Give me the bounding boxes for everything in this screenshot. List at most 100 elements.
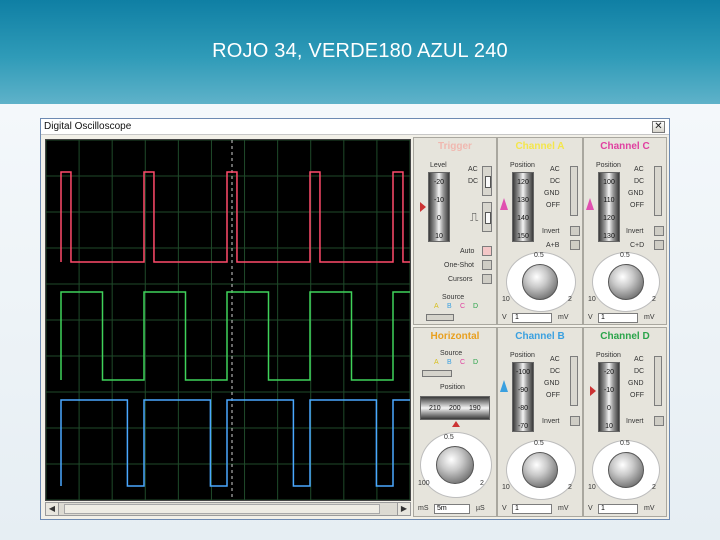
trigger-level-scale[interactable]: -20 -10 0 10 <box>428 172 450 242</box>
trigger-panel: Trigger Level -20 -10 0 10 AC DC ⎍ Auto … <box>413 137 497 325</box>
trigger-source-a[interactable]: A <box>434 303 439 310</box>
channel-d-volts-knob[interactable] <box>608 452 644 488</box>
window-title: Digital Oscilloscope <box>44 121 132 132</box>
edge-switch[interactable] <box>482 202 492 232</box>
one-shot-button[interactable] <box>482 260 492 270</box>
channel-b-position-label: Position <box>510 352 535 359</box>
channel-d-panel: Channel D Position -20 -10 0 10 AC DC GN… <box>583 327 667 517</box>
channel-c-sum-button[interactable] <box>654 240 664 250</box>
channel-a-off: OFF <box>546 202 560 209</box>
channel-c-position-label: Position <box>596 162 621 169</box>
channel-a-dial-tick: 0.5 <box>534 252 544 259</box>
horizontal-scrollbar[interactable]: ◀ ▶ <box>45 502 411 516</box>
scroll-right-icon[interactable]: ▶ <box>397 503 410 515</box>
channel-d-position-scale[interactable]: -20 -10 0 10 <box>598 362 620 432</box>
channel-d-title: Channel D <box>600 331 650 342</box>
scale-tick: 190 <box>469 405 481 412</box>
horizontal-position-scale[interactable]: 210 200 190 <box>420 396 490 420</box>
channel-a-position-scale[interactable]: 120 130 140 150 <box>512 172 534 242</box>
scale-tick: -20 <box>603 369 615 376</box>
channel-a-value-field[interactable]: 1 <box>512 313 552 323</box>
trigger-source-d[interactable]: D <box>473 303 478 310</box>
channel-a-ac: AC <box>550 166 560 173</box>
channel-b-dc: DC <box>550 368 561 375</box>
channel-b-dial-tick: 2 <box>568 484 572 491</box>
scale-tick: -20 <box>433 179 445 186</box>
trigger-ac: AC <box>468 166 478 173</box>
horizontal-title: Horizontal <box>430 331 480 342</box>
channel-a-coupling-slider[interactable] <box>570 166 578 216</box>
level-marker-icon <box>420 202 426 212</box>
channel-a-position-arrow-icon <box>500 198 508 210</box>
scale-tick: 200 <box>449 405 461 412</box>
channel-b-position-scale[interactable]: -100 -90 -80 -70 <box>512 362 534 432</box>
channel-a-dc: DC <box>550 178 561 185</box>
scale-tick: -10 <box>603 387 615 394</box>
channel-a-sum-button[interactable] <box>570 240 580 250</box>
trace-green <box>60 291 410 381</box>
scroll-left-icon[interactable]: ◀ <box>46 503 59 515</box>
trigger-oneshot-label: One-Shot <box>444 262 474 269</box>
channel-a-position-label: Position <box>510 162 535 169</box>
channel-b-volts-knob[interactable] <box>522 452 558 488</box>
horizontal-source-slider[interactable] <box>422 370 452 377</box>
horizontal-source-b[interactable]: B <box>447 359 452 366</box>
channel-c-panel: Channel C Position 100 110 120 130 AC DC… <box>583 137 667 325</box>
channel-b-dial-tick: 10 <box>502 484 510 491</box>
scale-tick: -10 <box>433 197 445 204</box>
channel-c-volts-knob[interactable] <box>608 264 644 300</box>
scale-tick: 140 <box>517 215 529 222</box>
channel-b-coupling-slider[interactable] <box>570 356 578 406</box>
horizontal-dial-tick: 100 <box>418 480 430 487</box>
scale-tick: 0 <box>607 405 611 412</box>
channel-a-invert-button[interactable] <box>570 226 580 236</box>
channel-d-invert-button[interactable] <box>654 416 664 426</box>
cursors-button[interactable] <box>482 274 492 284</box>
channel-b-unit-mv: mV <box>558 505 569 512</box>
channel-a-volts-knob[interactable] <box>522 264 558 300</box>
channel-b-invert-button[interactable] <box>570 416 580 426</box>
horizontal-source-a[interactable]: A <box>434 359 439 366</box>
window-titlebar[interactable]: Digital Oscilloscope ✕ <box>41 119 669 135</box>
channel-b-unit-v: V <box>502 505 507 512</box>
auto-button[interactable] <box>482 246 492 256</box>
trigger-source-c[interactable]: C <box>460 303 465 310</box>
scroll-thumb[interactable] <box>64 504 380 514</box>
scale-tick: 210 <box>429 405 441 412</box>
channel-a-unit-v: V <box>502 314 507 321</box>
scale-tick: -90 <box>517 387 529 394</box>
channel-c-position-scale[interactable]: 100 110 120 130 <box>598 172 620 242</box>
channel-c-unit-mv: mV <box>644 314 655 321</box>
channel-d-position-label: Position <box>596 352 621 359</box>
channel-c-invert-label: Invert <box>626 228 644 235</box>
channel-a-title: Channel A <box>515 141 565 152</box>
trigger-coupling-switch[interactable] <box>482 166 492 196</box>
channel-a-invert-label: Invert <box>542 228 560 235</box>
channel-d-coupling-slider[interactable] <box>654 356 662 406</box>
close-icon[interactable]: ✕ <box>652 121 665 133</box>
channel-d-unit-v: V <box>588 505 593 512</box>
trigger-source-b[interactable]: B <box>447 303 452 310</box>
scope-screen[interactable] <box>45 139 411 501</box>
channel-c-value-field[interactable]: 1 <box>598 313 638 323</box>
scale-tick: 100 <box>603 179 615 186</box>
channel-c-coupling-slider[interactable] <box>654 166 662 216</box>
trigger-source-slider[interactable] <box>426 314 454 321</box>
horizontal-source-d[interactable]: D <box>473 359 478 366</box>
channel-d-dial-tick: 0.5 <box>620 440 630 447</box>
channel-b-value-field[interactable]: 1 <box>512 504 552 514</box>
scale-tick: 110 <box>603 197 615 204</box>
trigger-dc: DC <box>468 178 479 185</box>
slide-header: ROJO 34, VERDE180 AZUL 240 <box>0 0 720 104</box>
horizontal-time-knob[interactable] <box>436 446 474 484</box>
horizontal-source-c[interactable]: C <box>460 359 465 366</box>
horizontal-value-field[interactable]: 5m <box>434 504 470 514</box>
channel-b-position-arrow-icon <box>500 380 508 392</box>
channel-c-invert-button[interactable] <box>654 226 664 236</box>
edge-select-icon[interactable]: ⎍ <box>470 210 478 225</box>
scale-tick: 10 <box>435 233 443 240</box>
channel-c-sum-label: C+D <box>630 242 645 249</box>
horizontal-dial-tick: 0.5 <box>444 434 454 441</box>
scale-tick: 0 <box>437 215 441 222</box>
channel-d-value-field[interactable]: 1 <box>598 504 638 514</box>
